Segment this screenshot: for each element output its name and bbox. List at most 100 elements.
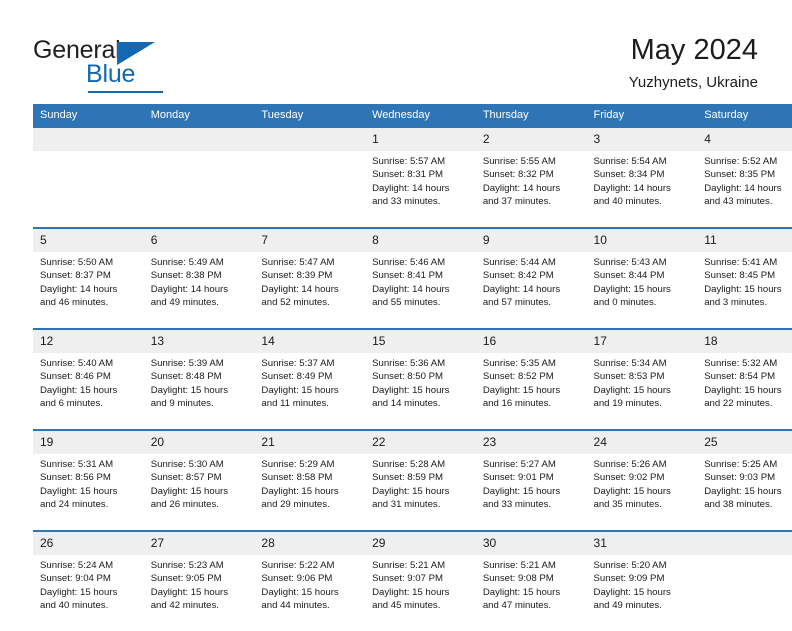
daylight-text: Daylight: 15 hours	[40, 586, 118, 598]
day-details: Sunrise: 5:21 AM Sunset: 9:08 PM Daylight:…	[476, 555, 587, 631]
weekday-header-saturday: Saturday	[697, 104, 792, 128]
calendar-day-cell[interactable]: 23 Sunrise: 5:27 AM Sunset: 9:01 PM Dayligh…	[475, 429, 587, 531]
day-details: Sunrise: 5:27 AM Sunset: 9:01 PM Daylight:…	[476, 454, 587, 530]
calendar-day-cell[interactable]: 24 Sunrise: 5:26 AM Sunset: 9:02 PM Dayligh…	[586, 429, 698, 531]
calendar-week-row: 1 Sunrise: 5:57 AM Sunset: 8:31 PM Daylight…	[33, 128, 792, 228]
sunrise-text: Sunrise: 5:49 AM	[150, 257, 224, 268]
weekday-header-monday: Monday	[143, 104, 255, 128]
calendar-day-cell[interactable]: 15 Sunrise: 5:36 AM Sunset: 8:50 PM Dayligh…	[365, 328, 476, 430]
calendar-day-cell[interactable]: 31 Sunrise: 5:20 AM Sunset: 9:09 PM Dayligh…	[586, 530, 698, 631]
calendar-body: 1 Sunrise: 5:57 AM Sunset: 8:31 PM Daylight…	[33, 128, 792, 631]
daylight-text-cont: and 42 minutes.	[150, 600, 219, 612]
sunset-text: Sunset: 9:05 PM	[150, 573, 222, 585]
sunset-text: Sunset: 8:34 PM	[593, 169, 665, 181]
sunset-text: Sunset: 8:52 PM	[482, 371, 554, 383]
calendar-day-cell[interactable]: 27 Sunrise: 5:23 AM Sunset: 9:05 PM Dayligh…	[143, 530, 255, 631]
day-number: 21	[254, 431, 366, 454]
day-number: 20	[143, 431, 255, 454]
sunset-text: Sunset: 8:59 PM	[372, 472, 444, 484]
sunset-text: Sunset: 8:35 PM	[704, 169, 776, 181]
sunrise-text: Sunrise: 5:39 AM	[150, 358, 224, 369]
day-number: 28	[254, 532, 366, 555]
calendar-day-cell[interactable]: 2 Sunrise: 5:55 AM Sunset: 8:32 PM Daylight…	[475, 128, 587, 228]
calendar-day-cell[interactable]: 10 Sunrise: 5:43 AM Sunset: 8:44 PM Dayligh…	[586, 227, 698, 329]
daylight-text-cont: and 33 minutes.	[482, 499, 552, 511]
sunrise-text: Sunrise: 5:29 AM	[261, 459, 335, 470]
day-details: Sunrise: 5:57 AM Sunset: 8:31 PM Daylight:…	[365, 151, 476, 227]
calendar-day-cell[interactable]: 21 Sunrise: 5:29 AM Sunset: 8:58 PM Dayligh…	[254, 429, 366, 531]
calendar-day-cell[interactable]: 14 Sunrise: 5:37 AM Sunset: 8:49 PM Dayligh…	[254, 328, 366, 430]
calendar-day-cell[interactable]: 18 Sunrise: 5:32 AM Sunset: 8:54 PM Dayligh…	[697, 328, 792, 430]
daylight-text: Daylight: 15 hours	[704, 283, 782, 295]
calendar-day-cell[interactable]: 12 Sunrise: 5:40 AM Sunset: 8:46 PM Dayligh…	[33, 328, 144, 430]
day-number: 7	[254, 229, 366, 252]
brand-name-blue: Blue	[86, 60, 136, 88]
day-details: Sunrise: 5:44 AM Sunset: 8:42 PM Daylight:…	[476, 252, 587, 328]
calendar-day-cell-empty	[143, 128, 255, 228]
daylight-text: Daylight: 15 hours	[593, 485, 671, 497]
day-details: Sunrise: 5:34 AM Sunset: 8:53 PM Daylight:…	[587, 353, 698, 429]
sunset-text: Sunset: 8:50 PM	[372, 371, 444, 383]
sunrise-text: Sunrise: 5:44 AM	[482, 257, 556, 268]
calendar-day-cell[interactable]: 11 Sunrise: 5:41 AM Sunset: 8:45 PM Dayligh…	[697, 227, 792, 329]
calendar-day-cell[interactable]: 17 Sunrise: 5:34 AM Sunset: 8:53 PM Dayligh…	[586, 328, 698, 430]
weekday-header-thursday: Thursday	[475, 104, 587, 128]
calendar-day-cell[interactable]: 20 Sunrise: 5:30 AM Sunset: 8:57 PM Dayligh…	[143, 429, 255, 531]
daylight-text: Daylight: 14 hours	[372, 182, 450, 194]
day-number: 29	[365, 532, 476, 555]
calendar-day-cell[interactable]: 22 Sunrise: 5:28 AM Sunset: 8:59 PM Dayligh…	[365, 429, 476, 531]
calendar-day-cell[interactable]: 9 Sunrise: 5:44 AM Sunset: 8:42 PM Daylight…	[475, 227, 587, 329]
sunset-text: Sunset: 8:41 PM	[372, 270, 444, 282]
calendar-day-cell[interactable]: 8 Sunrise: 5:46 AM Sunset: 8:41 PM Daylight…	[365, 227, 476, 329]
sunrise-text: Sunrise: 5:50 AM	[40, 257, 114, 268]
day-number	[254, 128, 366, 151]
day-number: 14	[254, 330, 366, 353]
sunrise-text: Sunrise: 5:32 AM	[704, 358, 778, 369]
daylight-text-cont: and 37 minutes.	[482, 196, 552, 208]
sunset-text: Sunset: 8:31 PM	[372, 169, 444, 181]
day-number: 26	[33, 532, 144, 555]
calendar-day-cell[interactable]: 30 Sunrise: 5:21 AM Sunset: 9:08 PM Dayligh…	[475, 530, 587, 631]
calendar-day-cell[interactable]: 19 Sunrise: 5:31 AM Sunset: 8:56 PM Dayligh…	[33, 429, 144, 531]
calendar-day-cell[interactable]: 3 Sunrise: 5:54 AM Sunset: 8:34 PM Daylight…	[586, 128, 698, 228]
day-details: Sunrise: 5:50 AM Sunset: 8:37 PM Daylight:…	[33, 252, 144, 328]
day-details: Sunrise: 5:35 AM Sunset: 8:52 PM Daylight:…	[476, 353, 587, 429]
day-number: 17	[586, 330, 698, 353]
daylight-text-cont: and 29 minutes.	[261, 499, 330, 511]
calendar-day-cell[interactable]: 29 Sunrise: 5:21 AM Sunset: 9:07 PM Dayligh…	[365, 530, 476, 631]
sunset-text: Sunset: 8:56 PM	[40, 472, 111, 484]
day-number: 11	[697, 229, 792, 252]
daylight-text: Daylight: 15 hours	[593, 586, 671, 598]
calendar-day-cell[interactable]: 13 Sunrise: 5:39 AM Sunset: 8:48 PM Dayligh…	[143, 328, 255, 430]
calendar-day-cell[interactable]: 4 Sunrise: 5:52 AM Sunset: 8:35 PM Daylight…	[697, 128, 792, 228]
day-details: Sunrise: 5:23 AM Sunset: 9:05 PM Daylight:…	[144, 555, 255, 631]
calendar-day-cell[interactable]: 6 Sunrise: 5:49 AM Sunset: 8:38 PM Daylight…	[143, 227, 255, 329]
day-number	[697, 532, 792, 555]
sunrise-text: Sunrise: 5:30 AM	[150, 459, 224, 470]
calendar-day-cell[interactable]: 26 Sunrise: 5:24 AM Sunset: 9:04 PM Dayligh…	[33, 530, 144, 631]
daylight-text-cont: and 47 minutes.	[482, 600, 552, 612]
day-details: Sunrise: 5:26 AM Sunset: 9:02 PM Daylight:…	[587, 454, 698, 530]
day-details: Sunrise: 5:52 AM Sunset: 8:35 PM Daylight:…	[697, 151, 792, 227]
calendar-day-cell[interactable]: 5 Sunrise: 5:50 AM Sunset: 8:37 PM Daylight…	[33, 227, 144, 329]
calendar-day-cell[interactable]: 16 Sunrise: 5:35 AM Sunset: 8:52 PM Dayligh…	[475, 328, 587, 430]
sunset-text: Sunset: 9:04 PM	[40, 573, 111, 585]
day-number: 22	[365, 431, 476, 454]
sunset-text: Sunset: 9:06 PM	[261, 573, 333, 585]
calendar-day-cell[interactable]: 1 Sunrise: 5:57 AM Sunset: 8:31 PM Daylight…	[365, 128, 476, 228]
calendar-day-cell[interactable]: 28 Sunrise: 5:22 AM Sunset: 9:06 PM Dayligh…	[254, 530, 366, 631]
daylight-text-cont: and 46 minutes.	[40, 297, 109, 309]
day-details: Sunrise: 5:46 AM Sunset: 8:41 PM Daylight:…	[365, 252, 476, 328]
sunset-text: Sunset: 8:45 PM	[704, 270, 776, 282]
sunset-text: Sunset: 8:37 PM	[40, 270, 111, 282]
day-number: 24	[586, 431, 698, 454]
daylight-text-cont: and 33 minutes.	[372, 196, 441, 208]
sunset-text: Sunset: 8:39 PM	[261, 270, 333, 282]
day-details: Sunrise: 5:32 AM Sunset: 8:54 PM Daylight:…	[697, 353, 792, 429]
sunset-text: Sunset: 8:49 PM	[261, 371, 333, 383]
day-number: 18	[697, 330, 792, 353]
calendar-day-cell[interactable]: 25 Sunrise: 5:25 AM Sunset: 9:03 PM Dayligh…	[697, 429, 792, 531]
calendar-day-cell[interactable]: 7 Sunrise: 5:47 AM Sunset: 8:39 PM Daylight…	[254, 227, 366, 329]
day-details: Sunrise: 5:47 AM Sunset: 8:39 PM Daylight:…	[254, 252, 365, 328]
brand-logo[interactable]: General Blue	[33, 36, 223, 93]
